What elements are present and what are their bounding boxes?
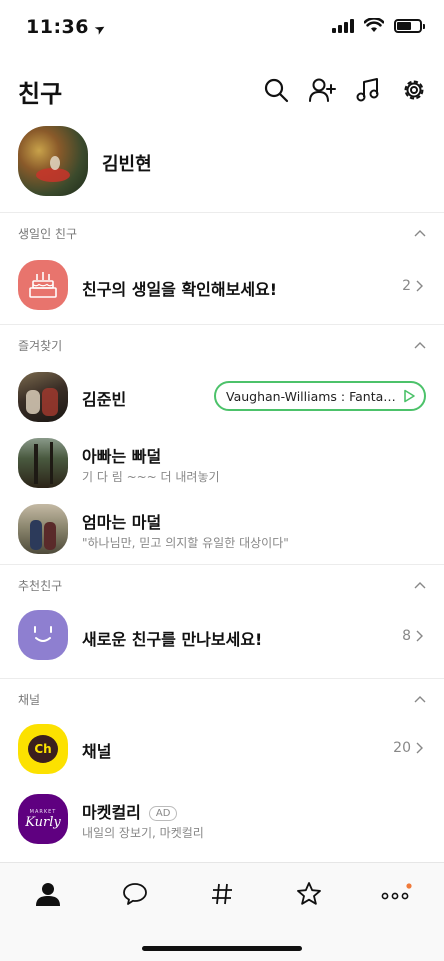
section-header-recommend[interactable]: 추천친구 [0,564,444,602]
friends-list: 김빈현 생일인 친구 친구의 생일을 확인해보세요! 2 즐겨찾기 김준빈 Va… [0,122,444,852]
chevron-right-icon [416,742,423,754]
chevron-up-icon[interactable] [414,693,426,705]
add-friend-button[interactable] [306,74,338,106]
chevron-up-icon[interactable] [414,227,426,239]
tab-favorites[interactable] [289,879,329,909]
friend-avatar [18,438,68,488]
recommend-count-value: 8 [402,628,411,644]
channel-avatar: Ch [18,724,68,774]
ad-row[interactable]: MARKET Kurly 마켓컬리 AD 내일의 장보기, 마켓컬리 [0,786,444,852]
header-actions [260,74,430,106]
friend-name: 김준빈 [82,390,127,409]
recommend-row[interactable]: 새로운 친구를 만나보세요! 8 [0,602,444,678]
settings-button[interactable] [398,74,430,106]
profile-music-pill[interactable]: Vaughan-Williams : Fantasi... [214,381,426,411]
search-icon [264,78,289,103]
channel-count-value: 20 [393,740,411,756]
recommend-avatar [18,610,68,660]
notification-dot [406,883,412,889]
page-title: 친구 [18,80,63,108]
chevron-right-icon [416,630,423,642]
channel-bubble-icon: Ch [28,735,58,763]
music-title: Vaughan-Williams : Fantasi... [226,388,396,404]
chevron-up-icon[interactable] [414,339,426,351]
birthday-row[interactable]: 친구의 생일을 확인해보세요! 2 [0,250,444,324]
friend-avatar [18,372,68,422]
star-icon [297,882,321,905]
ad-subtitle: 내일의 장보기, 마켓컬리 [82,826,204,840]
section-title: 생일인 친구 [18,227,78,241]
my-profile-avatar [18,126,88,196]
channel-row-title: 채널 [82,742,112,761]
ad-badge: AD [148,806,178,821]
my-profile-row[interactable]: 김빈현 [0,122,444,212]
music-icon [356,78,379,102]
cellular-signal-icon [332,18,354,33]
friend-name: 엄마는 마덜 [82,513,162,532]
wifi-icon [364,18,384,32]
section-title: 채널 [18,693,41,707]
birthday-count: 2 [402,278,424,294]
chevron-up-icon[interactable] [414,579,426,591]
ad-row-title: 마켓컬리 AD [82,799,178,823]
friend-name: 아빠는 빠덜 [82,447,162,466]
kurly-logo-text: Kurly [25,814,61,830]
favorite-row[interactable]: 아빠는 빠덜 기 다 림 ~~~ 더 내려놓기 [0,430,444,496]
battery-icon [394,18,425,33]
birthday-row-title: 친구의 생일을 확인해보세요! [82,280,278,299]
ad-title-text: 마켓컬리 [82,803,141,822]
channel-row[interactable]: Ch 채널 20 [0,716,444,786]
music-button[interactable] [352,74,384,106]
birthday-count-value: 2 [402,278,411,294]
home-indicator [142,946,302,951]
cake-icon [29,272,57,298]
bottom-tab-bar [0,862,444,961]
favorite-row[interactable]: 김준빈 Vaughan-Williams : Fantasi... [0,362,444,430]
location-arrow-icon: ➤ [91,20,110,39]
section-header-favorites[interactable]: 즐겨찾기 [0,324,444,362]
friend-status-message: "하나님만, 믿고 의지할 유일한 대상이다" [82,536,289,550]
status-bar: 11:36 ➤ [0,0,444,56]
channel-icon-text: Ch [34,742,52,756]
kurly-logo: MARKET Kurly [18,794,68,844]
more-icon [381,883,412,900]
channel-count: 20 [393,740,424,756]
tab-chats[interactable] [115,879,155,909]
chat-bubble-icon [123,883,147,905]
favorite-row[interactable]: 엄마는 마덜 "하나님만, 믿고 의지할 유일한 대상이다" [0,496,444,564]
app-header: 친구 [0,56,444,122]
friend-status-message: 기 다 림 ~~~ 더 내려놓기 [82,470,220,484]
tab-more[interactable] [376,879,416,909]
play-icon[interactable] [402,389,416,403]
section-title: 추천친구 [18,579,63,593]
clock-text: 11:36 [26,16,89,38]
smile-face-icon [34,626,52,642]
birthday-avatar [18,260,68,310]
search-button[interactable] [260,74,292,106]
tab-hashtag[interactable] [202,879,242,909]
chevron-right-icon [416,280,423,292]
add-friend-icon [309,78,336,102]
friend-avatar [18,504,68,554]
settings-icon [404,80,424,100]
status-icons [332,18,425,33]
section-title: 즐겨찾기 [18,339,63,353]
section-header-birthday[interactable]: 생일인 친구 [0,212,444,250]
tab-friends[interactable] [28,879,68,909]
my-profile-name: 김빈현 [102,154,152,175]
hashtag-icon [212,883,232,905]
section-header-channel[interactable]: 채널 [0,678,444,716]
status-time: 11:36 ➤ [26,16,110,39]
recommend-row-title: 새로운 친구를 만나보세요! [82,630,263,649]
person-icon [36,883,60,906]
recommend-count: 8 [402,628,424,644]
